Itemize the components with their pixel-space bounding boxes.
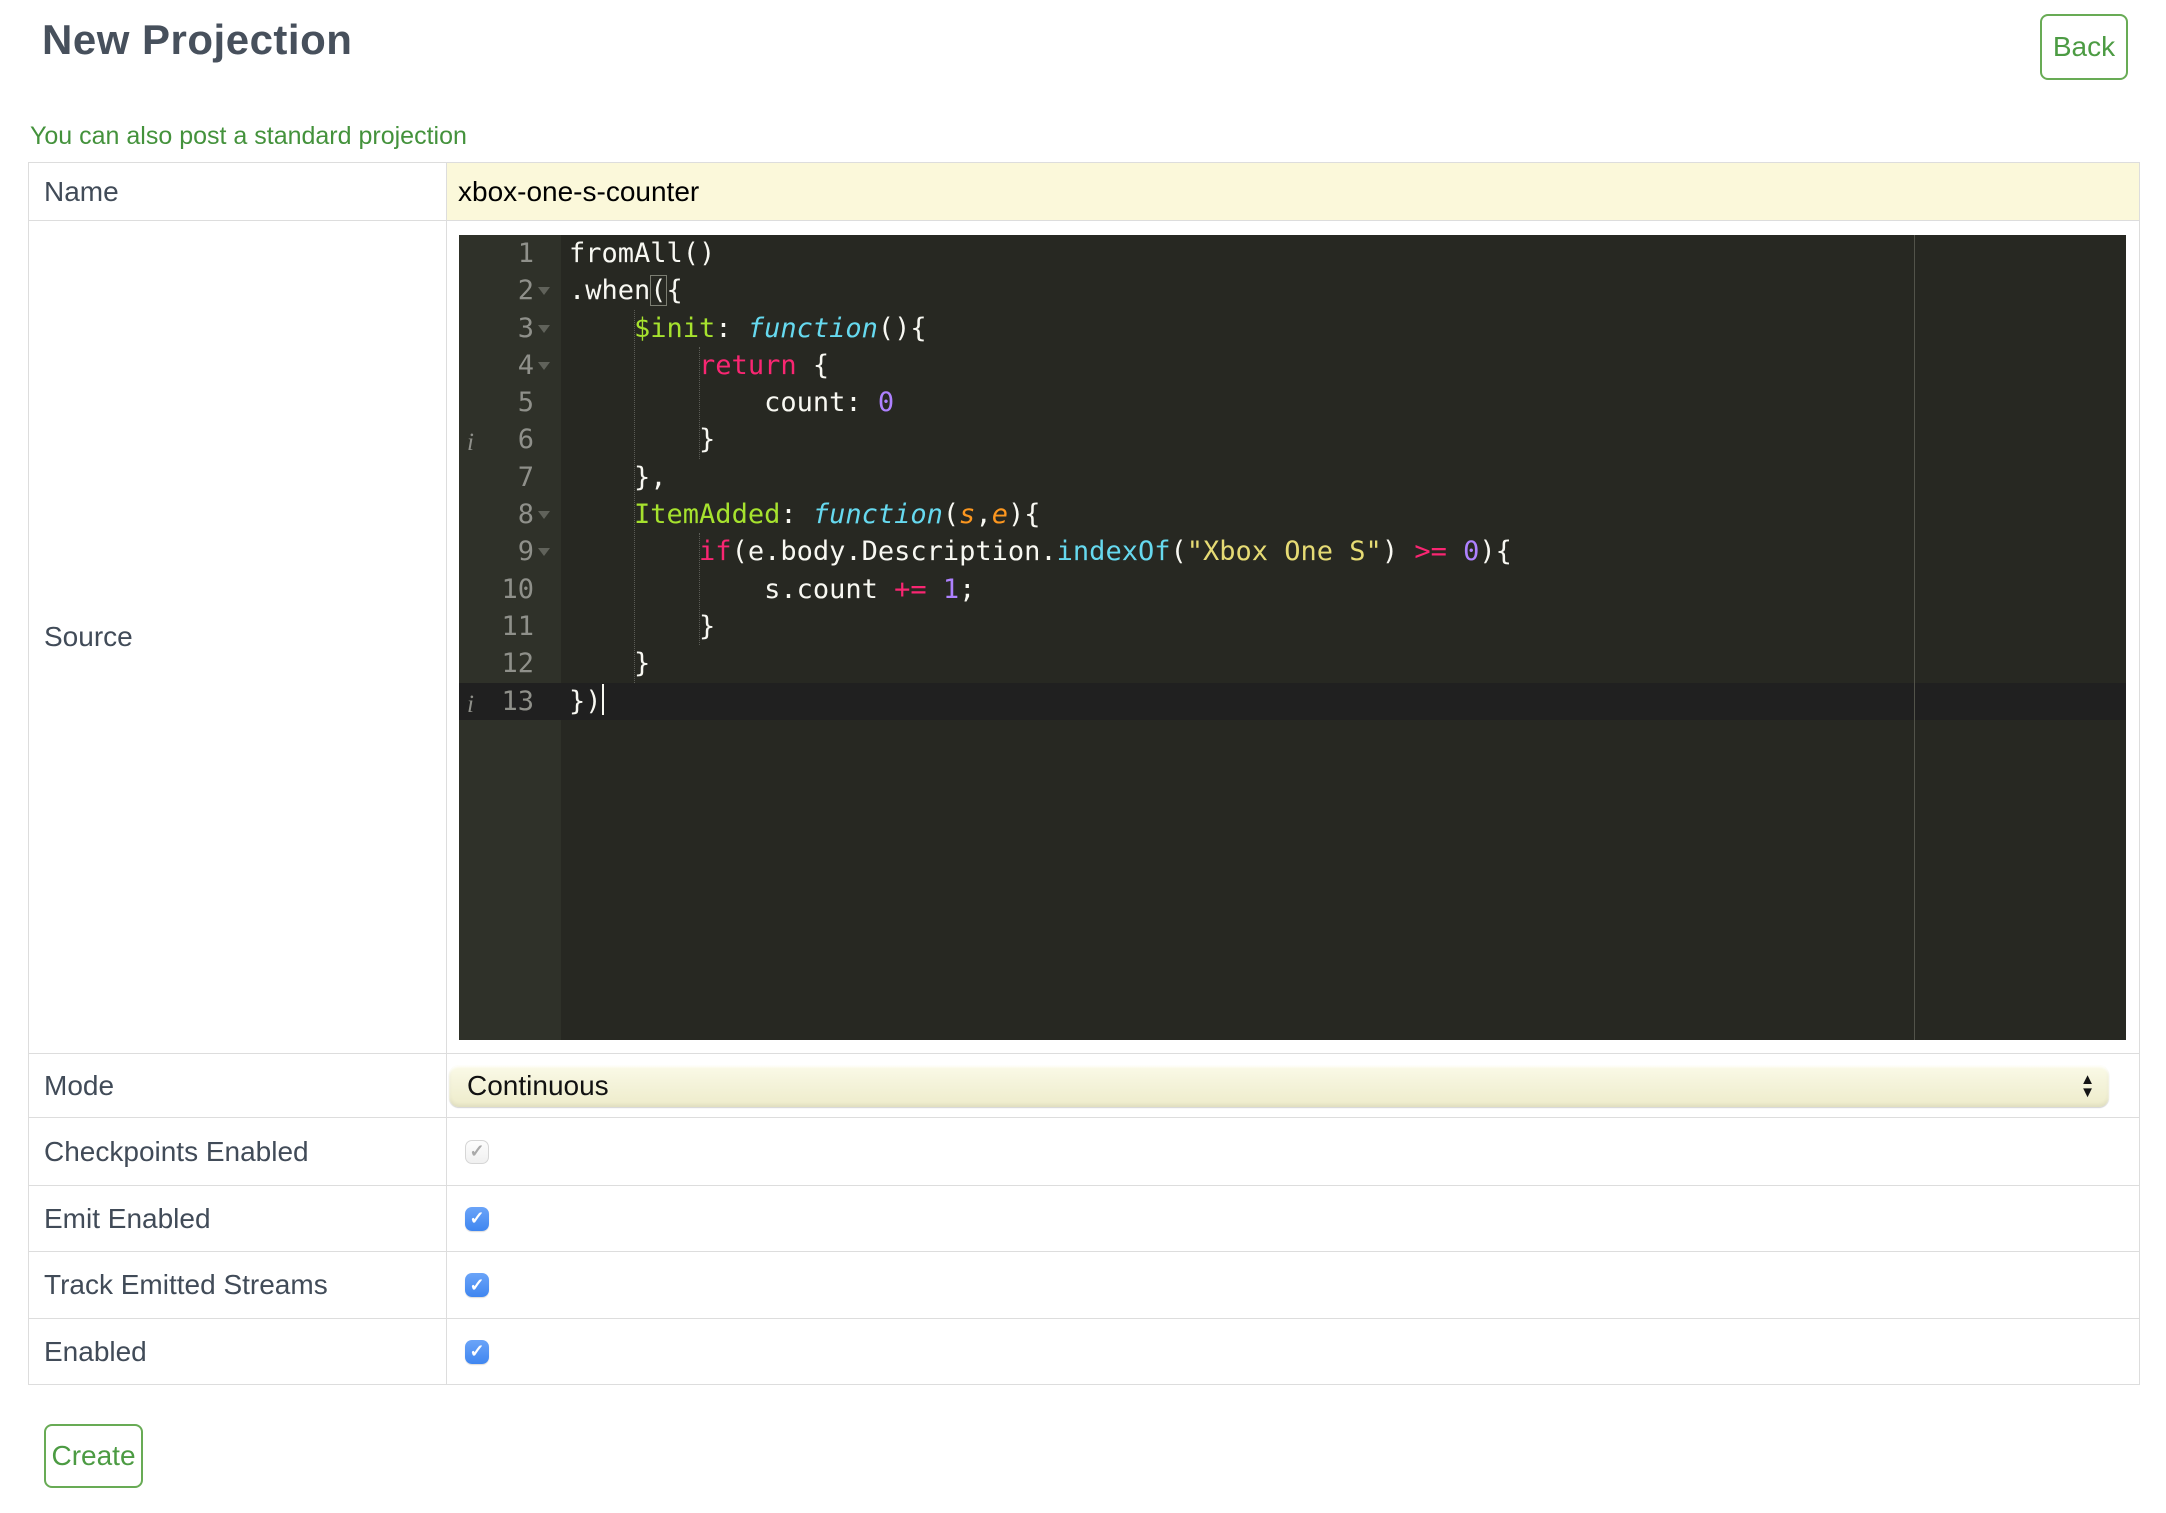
code-line-5: 5 count: 0 (459, 384, 2126, 421)
page-title: New Projection (42, 16, 353, 63)
enabled-checkbox[interactable]: ✓ (465, 1339, 489, 1364)
emit-enabled-checkbox[interactable]: ✓ (465, 1206, 489, 1231)
code-line-10: 10 s.count += 1; (459, 571, 2126, 608)
line-number: 7 (517, 461, 534, 493)
line-number: 13 (501, 685, 534, 717)
standard-projection-link[interactable]: You can also post a standard projection (30, 122, 467, 151)
mode-select[interactable]: Continuous ▲ ▼ (449, 1065, 2109, 1107)
code-line-8: 8 ItemAdded: function(s,e){ (459, 496, 2126, 533)
form-row-enabled: Enabled ✓ (29, 1319, 2139, 1385)
line-number: 6 (517, 424, 534, 456)
code-line-9: 9 if(e.body.Description.indexOf("Xbox On… (459, 533, 2126, 570)
form-row-source: Source 1 fromAll() 2 .when({3 $init: functi… (29, 221, 2139, 1054)
line-number: 9 (517, 536, 534, 568)
info-annotation-icon: i (467, 690, 474, 718)
fold-arrow-icon[interactable] (538, 548, 550, 557)
code-line-13: i 13}) (459, 682, 2126, 720)
code-line-4: 4 return { (459, 347, 2126, 384)
code-line-6: i6 } (459, 421, 2126, 458)
checkpoints-enabled-label: Checkpoints Enabled (29, 1118, 447, 1185)
editor-lines: 1 fromAll() 2 .when({3 $init: function(){4 … (459, 235, 2126, 720)
track-emitted-streams-label: Track Emitted Streams (29, 1252, 447, 1318)
track-emitted-streams-checkbox[interactable]: ✓ (465, 1273, 489, 1297)
back-button[interactable]: Back (2040, 14, 2128, 80)
code-line-11: 11 } (459, 608, 2126, 645)
mode-label: Mode (29, 1054, 447, 1117)
print-margin-line (1914, 235, 1915, 1040)
fold-arrow-icon[interactable] (538, 324, 550, 333)
line-number: 2 (517, 275, 534, 307)
checkpoints-enabled-checkbox[interactable]: ✓ (465, 1139, 489, 1164)
line-number: 4 (517, 349, 534, 381)
line-number: 11 (501, 610, 534, 642)
chevron-down-icon: ▼ (2080, 1084, 2095, 1101)
fold-arrow-icon[interactable] (538, 361, 550, 370)
code-line-1: 1 fromAll() (459, 235, 2126, 272)
code-line-12: 12 } (459, 645, 2126, 682)
create-button[interactable]: Create (44, 1424, 143, 1488)
fold-arrow-icon[interactable] (538, 287, 550, 296)
code-line-3: 3 $init: function(){ (459, 310, 2126, 347)
enabled-label: Enabled (29, 1319, 447, 1384)
emit-enabled-label: Emit Enabled (29, 1186, 447, 1251)
text-cursor (601, 684, 604, 716)
form-row-checkpoints-enabled: Checkpoints Enabled ✓ (29, 1118, 2139, 1186)
line-number: 1 (517, 238, 534, 269)
line-number: 5 (517, 387, 534, 419)
line-number: 8 (517, 499, 534, 531)
code-line-7: 7 }, (459, 459, 2126, 496)
line-number: 10 (501, 573, 534, 605)
form-row-mode: Mode Continuous ▲ ▼ (29, 1054, 2139, 1118)
mode-select-value: Continuous (467, 1070, 609, 1101)
line-number: 3 (517, 312, 534, 344)
line-number: 12 (501, 648, 534, 680)
select-stepper-icon: ▲ ▼ (2080, 1072, 2095, 1101)
form-row-name: Name xbox-one-s-counter (29, 163, 2139, 221)
name-input[interactable]: xbox-one-s-counter (447, 163, 2139, 220)
form-row-track-emitted-streams: Track Emitted Streams ✓ (29, 1252, 2139, 1319)
code-line-2: 2 .when({ (459, 272, 2126, 309)
name-label: Name (29, 163, 447, 220)
projection-form: Name xbox-one-s-counter Source 1 fromAll(… (28, 162, 2140, 1385)
form-row-emit-enabled: Emit Enabled ✓ (29, 1186, 2139, 1252)
source-code-editor[interactable]: 1 fromAll() 2 .when({3 $init: function(){4 … (459, 235, 2126, 1040)
fold-arrow-icon[interactable] (538, 511, 550, 520)
source-label: Source (29, 221, 447, 1053)
info-annotation-icon: i (467, 429, 474, 457)
